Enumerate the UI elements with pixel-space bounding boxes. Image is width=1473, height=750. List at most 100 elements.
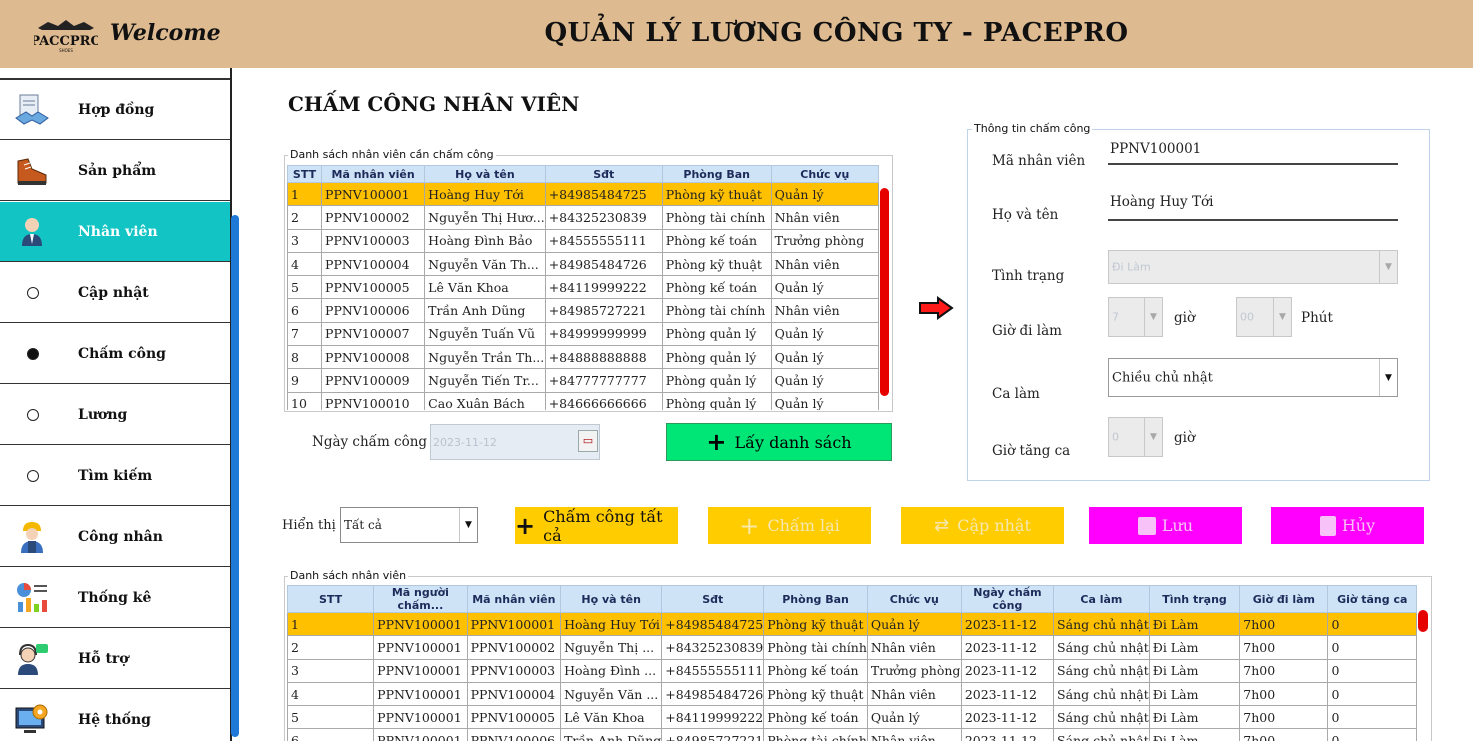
table-row[interactable]: 3 PPNV100003 Hoàng Đình Bảo +84555555111 Phò… [287, 228, 879, 253]
table-row[interactable]: 1 PPNV100001 PPNV100001 Hoàng Huy Tới +84985… [287, 611, 1417, 637]
table-cell: Phòng kỹ thuật [763, 611, 868, 637]
sidebar-item-search[interactable]: Tìm kiếm [0, 446, 230, 506]
table-cell: 2023-11-12 [960, 728, 1055, 741]
save-icon [1137, 516, 1156, 535]
radio-empty-icon [27, 469, 39, 482]
table-row[interactable]: 6 PPNV100001 PPNV100006 Trần Anh Dũng +84985… [287, 728, 1417, 741]
table-row[interactable]: 5 PPNV100005 Lê Văn Khoa +84119999222 Phòng … [287, 275, 879, 300]
sidebar-item-support[interactable]: Hỗ trợ [0, 629, 230, 689]
table-cell: Hoàng Đình Bảo [424, 228, 546, 253]
column-header[interactable]: Ca làm [1053, 585, 1150, 613]
column-header[interactable]: Sđt [544, 165, 663, 183]
sidebar-item-products[interactable]: Sản phẩm [0, 141, 230, 201]
minute-select[interactable]: 00 ▼ [1236, 297, 1292, 337]
sidebar-scrollbar[interactable] [231, 215, 239, 737]
refresh-icon: ⇄ [934, 515, 950, 536]
status-select[interactable]: Đi Làm ▼ [1108, 250, 1398, 284]
table-cell: 0 [1327, 611, 1417, 637]
reattend-button[interactable]: + Chấm lại [708, 507, 871, 544]
column-header[interactable]: Mã nhân viên [321, 165, 426, 183]
table-cell: Trần Anh Dũng [560, 728, 663, 741]
name-label: Họ và tên [992, 207, 1059, 223]
column-header[interactable]: Chức vụ [770, 165, 879, 183]
table-cell: Phòng quản lý [661, 368, 772, 393]
cancel-button[interactable]: Hủy [1271, 507, 1424, 544]
overtime-select[interactable]: 0 ▼ [1108, 417, 1163, 457]
column-header[interactable]: Chức vụ [866, 585, 962, 613]
sidebar-item-update[interactable]: Cập nhật [0, 263, 230, 323]
table-cell: PPNV100001 [373, 705, 468, 730]
column-header[interactable]: Giờ tăng ca [1327, 585, 1417, 613]
overtime-unit: giờ [1174, 430, 1196, 446]
table-row[interactable]: 10 PPNV100010 Cao Xuân Bách +84666666666 Phò… [287, 391, 879, 410]
column-header[interactable]: Phòng Ban [763, 585, 868, 613]
table-cell: 0 [1327, 705, 1417, 730]
table-row[interactable]: 4 PPNV100004 Nguyễn Văn Th... +84985484726 P… [287, 251, 879, 277]
table-row[interactable]: 4 PPNV100001 PPNV100004 Nguyễn Văn ... +8498… [287, 681, 1417, 707]
name-field[interactable]: Hoàng Huy Tới [1110, 194, 1213, 210]
emp-id-field[interactable]: PPNV100001 [1110, 141, 1201, 157]
chevron-down-icon: ▼ [1379, 359, 1397, 396]
table-row[interactable]: 1 PPNV100001 Hoàng Huy Tới +84985484725 Phòn… [287, 181, 879, 207]
table-cell: +84777777777 [544, 368, 663, 393]
attend-all-button[interactable]: + Chấm công tất cả [515, 506, 678, 545]
sidebar-item-attendance[interactable]: Chấm công [0, 324, 230, 384]
save-button[interactable]: Lưu [1089, 507, 1242, 544]
column-header[interactable]: Tình trạng [1148, 585, 1241, 613]
table-cell: Sáng chủ nhật [1053, 611, 1150, 637]
chevron-down-icon: ▼ [1273, 298, 1291, 336]
column-header[interactable]: STT [287, 165, 323, 183]
sidebar-item-salary[interactable]: Lương [0, 385, 230, 445]
attendance-info-group [967, 129, 1430, 481]
table-row[interactable]: 2 PPNV100001 PPNV100002 Nguyễn Thị ... +8432… [287, 635, 1417, 660]
table-cell: Trưởng phòng [770, 228, 879, 253]
table-cell: +84985484726 [661, 681, 765, 707]
employee-table-scrollbar[interactable] [880, 188, 889, 396]
table-row[interactable]: 3 PPNV100001 PPNV100003 Hoàng Đình ... +8455… [287, 658, 1417, 683]
update-button[interactable]: ⇄ Cập nhật [901, 507, 1064, 544]
table-cell: +84555555111 [544, 228, 663, 253]
status-label: Tình trạng [992, 268, 1065, 284]
table-row[interactable]: 8 PPNV100008 Nguyễn Trần Th... +84888888888… [287, 345, 879, 370]
sidebar-item-employees[interactable]: Nhân viên [0, 202, 230, 262]
column-header[interactable]: Họ và tên [424, 165, 546, 183]
column-header[interactable]: Phòng Ban [661, 165, 772, 183]
table-cell: 2023-11-12 [960, 658, 1055, 683]
column-header[interactable]: Họ và tên [560, 585, 663, 613]
chevron-down-icon: ▼ [459, 508, 477, 542]
column-header[interactable]: Ngày chấm công [960, 585, 1055, 613]
employee-table: STT Mã nhân viên Họ và tên Sđt Phòng Ban Chức… [287, 165, 879, 410]
attendance-date-input[interactable]: 2023-11-12 [430, 424, 600, 460]
column-header[interactable]: Giờ đi làm [1239, 585, 1329, 613]
employee-list-label: Danh sách nhân viên cần chấm công [288, 148, 496, 161]
table-cell: Đi Làm [1148, 658, 1241, 683]
column-header[interactable]: Sđt [661, 585, 765, 613]
column-header[interactable]: STT [287, 585, 375, 613]
radio-empty-icon [27, 286, 39, 299]
shift-select[interactable]: Chiều chủ nhật ▼ [1108, 358, 1398, 397]
sidebar-item-contracts[interactable]: Hợp đồng [0, 80, 230, 140]
sidebar-item-workers[interactable]: Công nhân [0, 507, 230, 567]
table-row[interactable]: 9 PPNV100009 Nguyễn Tiến Tr... +84777777777… [287, 368, 879, 393]
table-cell: Phòng quản lý [661, 345, 772, 370]
overtime-value: 0 [1112, 430, 1119, 444]
table-cell: PPNV100004 [466, 681, 562, 707]
chevron-down-icon: ▼ [1379, 251, 1397, 283]
column-header[interactable]: Mã người chấm... [373, 585, 468, 613]
table-row[interactable]: 5 PPNV100001 PPNV100005 Lê Văn Khoa +8411999… [287, 705, 1417, 730]
table-row[interactable]: 7 PPNV100007 Nguyễn Tuấn Vũ +84999999999 Phò… [287, 321, 879, 347]
hour-select[interactable]: 7 ▼ [1108, 297, 1163, 337]
table-row[interactable]: 2 PPNV100002 Nguyễn Thị Hươ... +84325230839… [287, 205, 879, 230]
sidebar-item-system[interactable]: Hệ thống [0, 690, 230, 750]
get-list-button[interactable]: + Lấy danh sách [666, 423, 892, 461]
filter-select[interactable]: Tất cả ▼ [340, 507, 478, 543]
attendance-table-scrollbar[interactable] [1418, 610, 1428, 632]
table-cell: Quản lý [770, 368, 879, 393]
attend-all-label: Chấm công tất cả [543, 506, 663, 545]
column-header[interactable]: Mã nhân viên [466, 585, 562, 613]
overtime-label: Giờ tăng ca [992, 443, 1071, 459]
table-row[interactable]: 6 PPNV100006 Trần Anh Dũng +84985727221 Phòn… [287, 298, 879, 323]
table-cell: PPNV100010 [321, 391, 426, 410]
calendar-icon[interactable]: ▭ [578, 430, 598, 452]
sidebar-item-statistics[interactable]: Thống kê [0, 568, 230, 628]
